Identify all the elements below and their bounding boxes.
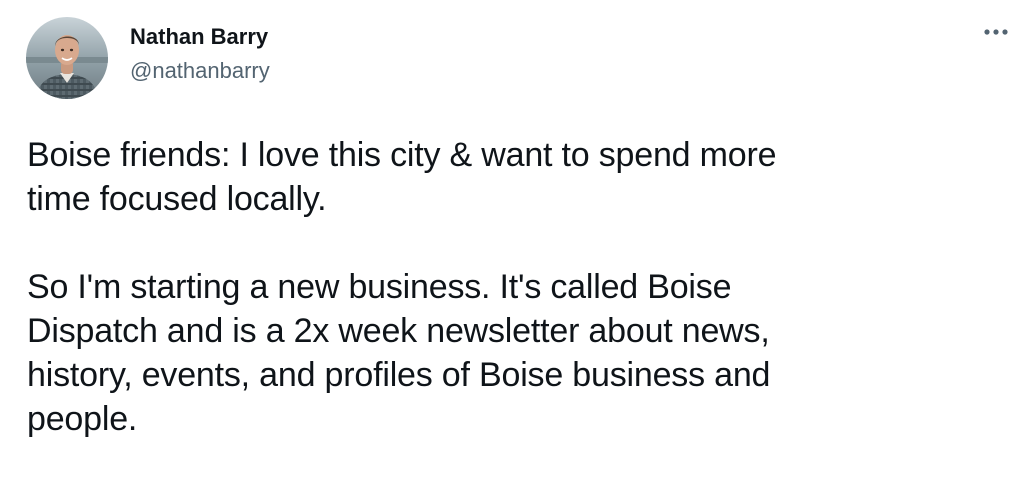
more-horizontal-icon bbox=[984, 29, 1008, 35]
tweet-text: Boise friends: I love this city & want t… bbox=[27, 133, 987, 441]
tweet-card: Nathan Barry @nathanbarry Boise friends:… bbox=[0, 0, 1024, 479]
tweet-paragraph: Boise friends: I love this city & want t… bbox=[27, 136, 777, 218]
author-avatar[interactable] bbox=[26, 17, 108, 99]
author-display-name[interactable]: Nathan Barry bbox=[130, 23, 268, 51]
tweet-paragraph: So I'm starting a new business. It's cal… bbox=[27, 268, 771, 438]
author-handle[interactable]: @nathanbarry bbox=[130, 57, 270, 85]
more-options-button[interactable] bbox=[982, 22, 1010, 42]
profile-photo-icon bbox=[26, 17, 108, 99]
